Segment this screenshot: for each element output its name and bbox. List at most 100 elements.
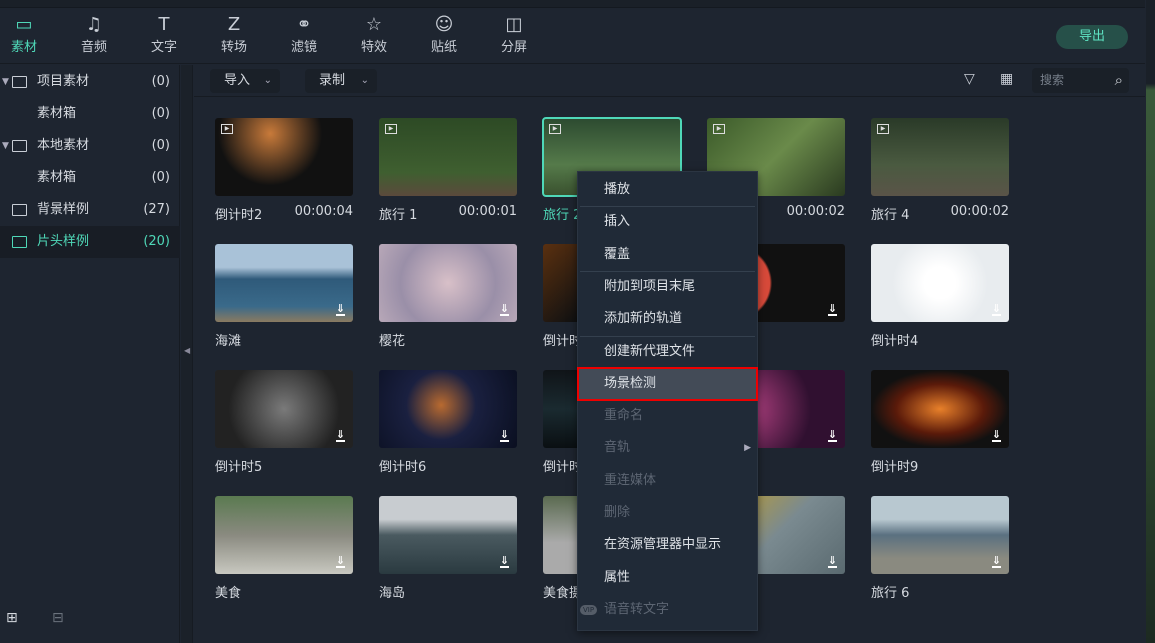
sidebar-item[interactable]: ▼ 项目素材 (0): [0, 66, 180, 98]
main-tabs: ▭ 素材 ♫ 音频 T 文字 Z 转场 ⚭ 滤镜 ☆ 特效 ☺ 贴纸 ◫ 分屏: [0, 8, 1145, 69]
media-thumbnail[interactable]: ⇓: [871, 496, 1009, 574]
download-icon[interactable]: ⇓: [991, 303, 1001, 316]
download-icon[interactable]: ⇓: [827, 303, 837, 316]
menu-item: 音轨 ▶: [578, 432, 757, 464]
media-thumbnail[interactable]: ▶: [215, 118, 353, 196]
media-card[interactable]: ⇓ 倒计时6: [379, 370, 517, 475]
media-name: 旅行 1: [379, 208, 418, 223]
sidebar-item[interactable]: ▼ 本地素材 (0): [0, 130, 180, 162]
menu-item[interactable]: 插入: [578, 206, 757, 238]
record-dropdown[interactable]: 录制 ⌄: [305, 69, 377, 93]
media-name: 旅行 2: [543, 208, 582, 223]
menu-item-label: 删除: [604, 505, 631, 520]
media-card[interactable]: ⇓ 海滩: [215, 244, 353, 349]
tab-label: 滤镜: [290, 40, 317, 55]
tab-transition[interactable]: Z 转场: [204, 14, 264, 55]
media-thumbnail[interactable]: ⇓: [379, 496, 517, 574]
media-name: 旅行 6: [871, 586, 910, 601]
grid-view-icon[interactable]: ▦: [1000, 71, 1013, 87]
sidebar-item[interactable]: 素材箱 (0): [0, 162, 180, 194]
media-name: 倒计时2: [215, 208, 263, 223]
tab-effects[interactable]: ☆ 特效: [344, 14, 404, 55]
tab-music[interactable]: ♫ 音频: [64, 14, 124, 55]
media-thumbnail[interactable]: ⇓: [379, 370, 517, 448]
preview-edge: [1146, 0, 1155, 643]
media-card[interactable]: ⇓ 倒计时9: [871, 370, 1009, 475]
expand-arrow-icon[interactable]: ▼: [2, 66, 9, 98]
download-icon[interactable]: ⇓: [335, 429, 345, 442]
new-folder-icon[interactable]: ⊞: [6, 610, 18, 626]
submenu-arrow-icon: ▶: [744, 443, 751, 454]
sidebar-item-label: 本地素材: [37, 138, 90, 153]
tab-label: 贴纸: [430, 40, 457, 55]
media-thumbnail[interactable]: ⇓: [215, 370, 353, 448]
download-icon[interactable]: ⇓: [499, 555, 509, 568]
media-thumbnail[interactable]: ⇓: [871, 370, 1009, 448]
tab-text[interactable]: T 文字: [134, 14, 194, 55]
menu-item[interactable]: 创建新代理文件: [578, 336, 757, 368]
sidebar-item-count: (27): [143, 202, 170, 217]
download-icon[interactable]: ⇓: [991, 429, 1001, 442]
expand-arrow-icon[interactable]: ▼: [2, 130, 9, 162]
menu-item[interactable]: 场景检测: [577, 366, 758, 401]
menu-item[interactable]: 播放: [578, 174, 757, 206]
media-card[interactable]: ▶ 旅行 1 00:00:01: [379, 118, 517, 223]
media-card[interactable]: ⇓ 倒计时4: [871, 244, 1009, 349]
collapse-sidebar-icon[interactable]: ◀: [184, 346, 190, 355]
import-dropdown[interactable]: 导入 ⌄: [210, 69, 280, 93]
menu-item[interactable]: 附加到项目末尾: [578, 271, 757, 303]
tab-splitscreen[interactable]: ◫ 分屏: [484, 14, 544, 55]
media-card[interactable]: ⇓ 旅行 6: [871, 496, 1009, 601]
media-thumbnail[interactable]: ▶: [871, 118, 1009, 196]
menu-item[interactable]: 在资源管理器中显示: [578, 529, 757, 561]
media-card[interactable]: ▶ 倒计时2 00:00:04: [215, 118, 353, 223]
sidebar-item-count: (0): [151, 170, 170, 185]
menu-item: 语音转文字 VIP: [578, 594, 757, 626]
download-icon[interactable]: ⇓: [335, 303, 345, 316]
search-icon[interactable]: ⌕: [1115, 68, 1123, 93]
sidebar-item[interactable]: 片头样例 (20): [0, 226, 180, 258]
tab-sticker[interactable]: ☺ 贴纸: [414, 14, 474, 55]
folder-icon: [12, 204, 27, 216]
download-icon[interactable]: ⇓: [335, 555, 345, 568]
tab-label: 转场: [220, 40, 247, 55]
media-card[interactable]: ⇓ 樱花: [379, 244, 517, 349]
search-input[interactable]: 搜索 ⌕: [1032, 68, 1129, 93]
video-icon: ▶: [549, 124, 561, 134]
media-name: 倒计时6: [379, 460, 427, 475]
tab-filter[interactable]: ⚭ 滤镜: [274, 14, 334, 55]
download-icon[interactable]: ⇓: [991, 555, 1001, 568]
menu-item[interactable]: 属性: [578, 562, 757, 594]
media-card[interactable]: ⇓ 美食: [215, 496, 353, 601]
search-placeholder: 搜索: [1040, 73, 1065, 87]
tab-label: 文字: [150, 40, 177, 55]
download-icon[interactable]: ⇓: [827, 429, 837, 442]
menu-item-label: 重命名: [604, 408, 644, 424]
media-name: 海岛: [379, 586, 406, 601]
media-card[interactable]: ⇓ 海岛: [379, 496, 517, 601]
download-icon[interactable]: ⇓: [827, 555, 837, 568]
export-button[interactable]: 导出: [1056, 25, 1128, 49]
filter-icon[interactable]: ▽: [964, 71, 975, 87]
menu-item[interactable]: 添加新的轨道: [578, 303, 757, 335]
remove-folder-icon[interactable]: ⊟: [52, 610, 64, 626]
sidebar-item-count: (0): [151, 74, 170, 89]
splitscreen-icon: ◫: [505, 14, 523, 35]
media-thumbnail[interactable]: ⇓: [215, 496, 353, 574]
media-card[interactable]: ▶ 旅行 4 00:00:02: [871, 118, 1009, 223]
media-thumbnail[interactable]: ⇓: [379, 244, 517, 322]
download-icon[interactable]: ⇓: [499, 429, 509, 442]
media-name: 樱花: [379, 334, 406, 349]
download-icon[interactable]: ⇓: [499, 303, 509, 316]
sidebar-item[interactable]: 素材箱 (0): [0, 98, 180, 130]
media-thumbnail[interactable]: ▶: [379, 118, 517, 196]
media-card[interactable]: ⇓ 倒计时5: [215, 370, 353, 475]
media-thumbnail[interactable]: ⇓: [215, 244, 353, 322]
sidebar-item[interactable]: 背景样例 (27): [0, 194, 180, 226]
tab-media[interactable]: ▭ 素材: [0, 14, 54, 69]
media-thumbnail[interactable]: ⇓: [871, 244, 1009, 322]
folder-icon: [12, 140, 27, 152]
menu-item[interactable]: 覆盖: [578, 239, 757, 271]
sidebar-item-count: (20): [143, 234, 170, 249]
tab-label: 素材: [10, 40, 37, 55]
